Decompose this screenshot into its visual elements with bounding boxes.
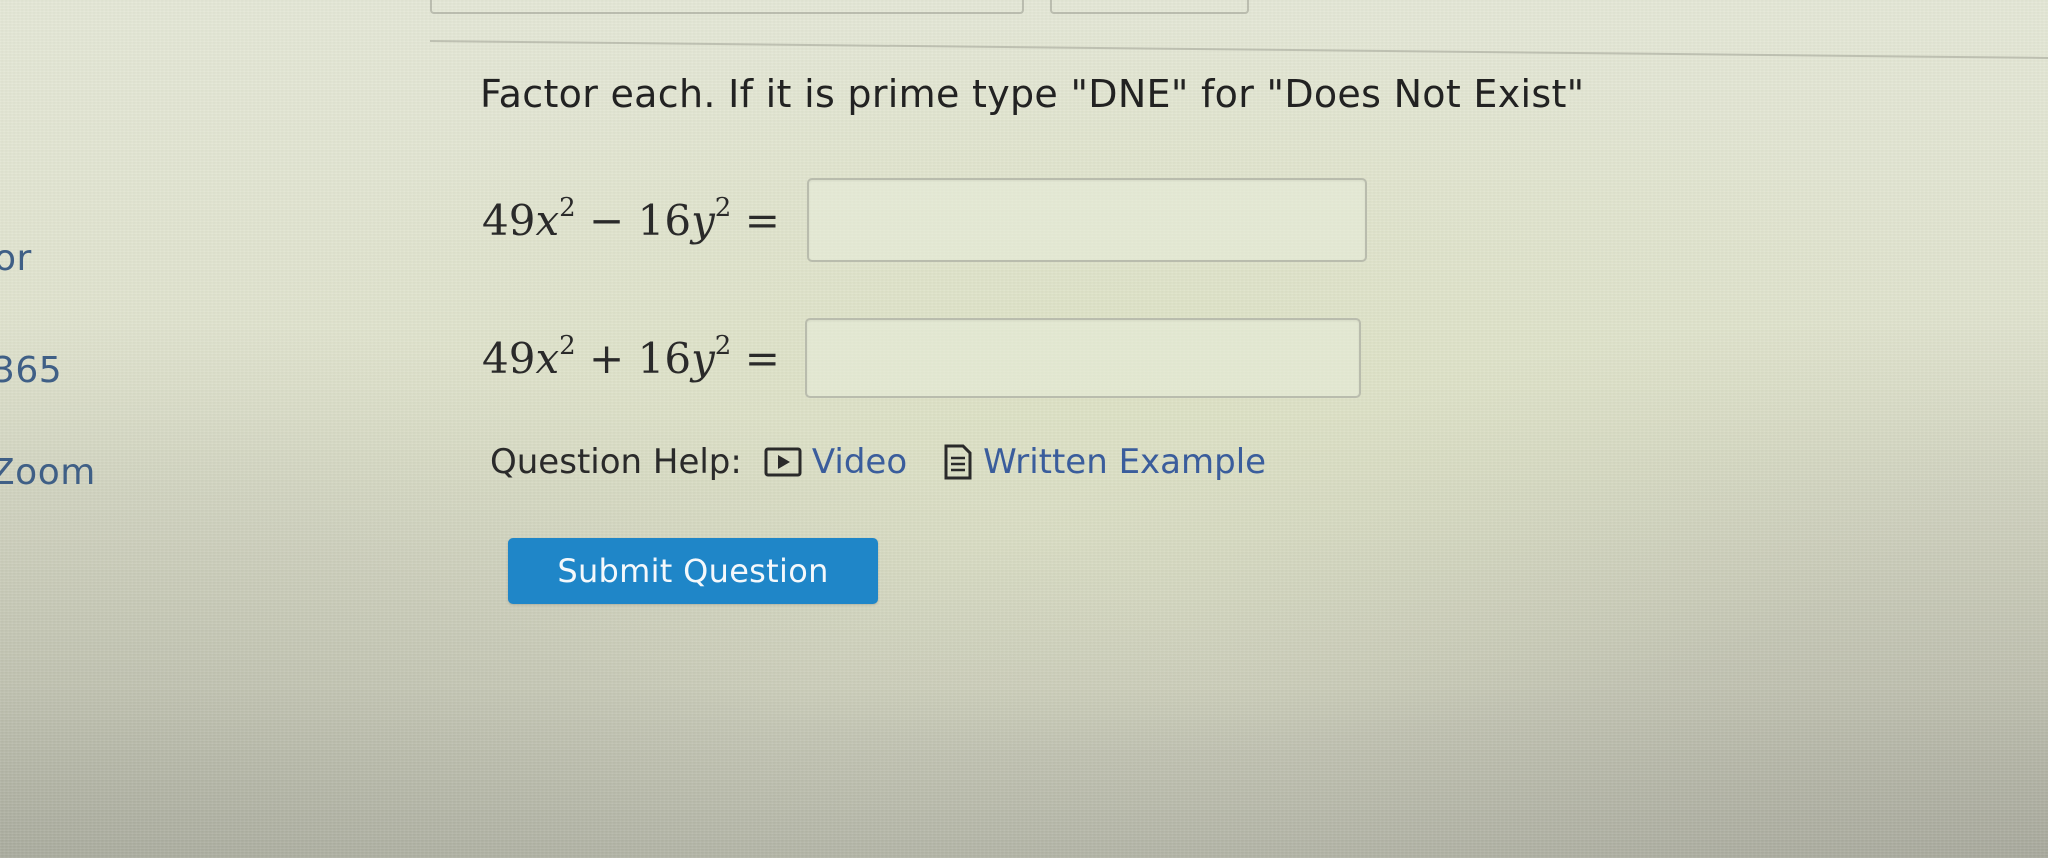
exponent: 2 — [559, 330, 576, 361]
variable: y — [691, 195, 715, 245]
equation-expression-2: 49x2 + 16y2 = — [482, 330, 807, 383]
submit-question-button[interactable]: Submit Question — [508, 538, 878, 604]
coefficient: 49 — [482, 195, 536, 245]
answer-input-2[interactable] — [805, 318, 1361, 398]
written-example-label: Written Example — [983, 442, 1267, 482]
equation-row-1: 49x2 − 16y2 = — [482, 178, 1367, 262]
variable: x — [535, 195, 560, 245]
sidebar-item-365[interactable]: 365 — [0, 350, 62, 391]
video-help-link[interactable]: Video — [764, 442, 907, 482]
variable: y — [691, 333, 715, 383]
top-panel-edge-secondary — [1050, 0, 1249, 14]
sidebar-item-zoom[interactable]: Zoom — [0, 452, 96, 493]
video-play-icon — [764, 447, 802, 477]
question-prompt: Factor each. If it is prime type "DNE" f… — [480, 72, 1585, 116]
exponent: 2 — [714, 192, 732, 223]
sidebar-item-or[interactable]: or — [0, 238, 32, 279]
equation-expression-1: 49x2 − 16y2 = — [482, 192, 807, 245]
answer-input-1[interactable] — [807, 178, 1367, 262]
coefficient: 16 — [637, 195, 692, 245]
exponent: 2 — [714, 330, 732, 361]
screen-texture — [0, 0, 2048, 858]
operator: − — [589, 195, 625, 245]
equals-sign: = — [744, 333, 780, 383]
top-panel-edge — [430, 0, 1024, 14]
equation-row-2: 49x2 + 16y2 = — [482, 318, 1361, 398]
coefficient: 16 — [637, 333, 692, 383]
exponent: 2 — [559, 192, 576, 223]
coefficient: 49 — [482, 333, 536, 383]
question-help-label: Question Help: — [490, 442, 742, 482]
document-icon — [943, 444, 973, 480]
operator: + — [589, 333, 625, 383]
written-example-link[interactable]: Written Example — [943, 442, 1266, 482]
equals-sign: = — [744, 195, 780, 245]
variable: x — [535, 333, 560, 383]
question-help: Question Help: Video Written Example — [490, 442, 1302, 482]
video-help-label: Video — [811, 442, 908, 482]
